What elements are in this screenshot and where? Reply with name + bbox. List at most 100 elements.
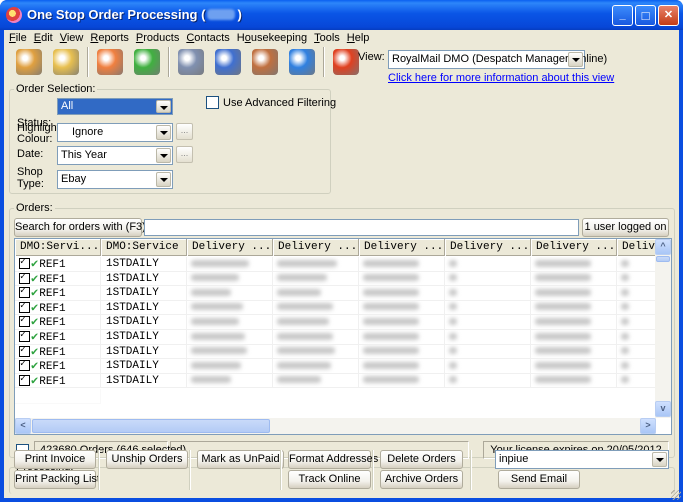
date-select[interactable]: This Year bbox=[57, 146, 173, 165]
vertical-scroll-thumb[interactable] bbox=[656, 256, 670, 262]
column-header[interactable]: Delivery ... bbox=[531, 239, 617, 256]
scroll-left-icon[interactable]: < bbox=[15, 418, 31, 434]
highlight-colour-select[interactable]: Ignore bbox=[57, 123, 173, 142]
column-header[interactable]: DMO:Servi... bbox=[15, 239, 101, 256]
blurred-value bbox=[535, 288, 591, 296]
chevron-down-icon[interactable] bbox=[156, 172, 171, 187]
shop-type-select[interactable]: Ebay bbox=[57, 170, 173, 189]
redacted-cell bbox=[187, 315, 273, 330]
format-addresses-button[interactable]: Format Addresses bbox=[288, 450, 378, 469]
toolbar-button-new-order[interactable] bbox=[12, 45, 46, 79]
upload-icon bbox=[134, 49, 160, 75]
row-checkbox[interactable] bbox=[19, 374, 30, 386]
column-header[interactable]: Delivery ... bbox=[273, 239, 359, 256]
archive-orders-button[interactable]: Archive Orders bbox=[380, 470, 463, 489]
row-checkbox[interactable] bbox=[19, 272, 30, 284]
advanced-filter-label: Use Advanced Filtering bbox=[223, 97, 337, 109]
scroll-right-icon[interactable]: > bbox=[640, 418, 656, 434]
delete-orders-label: Delete Orders bbox=[387, 453, 456, 465]
highlight-label-2: Colour: bbox=[17, 133, 53, 145]
blurred-value bbox=[535, 259, 591, 267]
chevron-down-icon[interactable] bbox=[156, 100, 171, 113]
toolbar-button-products[interactable] bbox=[285, 45, 319, 79]
toolbar-button-checklist[interactable] bbox=[211, 45, 245, 79]
redacted-cell bbox=[359, 286, 445, 301]
toolbar-button-settings-gears[interactable] bbox=[174, 45, 208, 79]
orders-grid: DMO:Servi... DMO:Service Delivery ... Deliv… bbox=[14, 238, 672, 435]
chevron-down-icon[interactable] bbox=[156, 148, 171, 163]
toolbar-button-open-folder[interactable] bbox=[49, 45, 83, 79]
highlight-colour-more-button[interactable]: ... bbox=[176, 123, 193, 140]
redacted-cell bbox=[531, 373, 617, 389]
row-checkbox[interactable] bbox=[19, 359, 30, 372]
view-select[interactable]: RoyalMail DMO (Despatch Manager Online) bbox=[388, 50, 607, 69]
close-button[interactable]: ✕ bbox=[658, 5, 679, 26]
mark-unpaid-button[interactable]: Mark as UnPaid bbox=[197, 450, 284, 469]
table-row[interactable]: ✔REF1 1STDAILY bbox=[15, 344, 671, 360]
service-text: 1STDAILY bbox=[106, 360, 159, 373]
horizontal-scroll-thumb[interactable] bbox=[32, 419, 270, 433]
delete-orders-button[interactable]: Delete Orders bbox=[380, 450, 463, 469]
table-row[interactable]: ✔REF1 1STDAILY bbox=[15, 257, 671, 272]
scroll-down-icon[interactable]: v bbox=[655, 401, 671, 417]
order-search-input[interactable] bbox=[144, 219, 579, 236]
row-checkbox[interactable] bbox=[19, 286, 30, 299]
toolbar-button-download[interactable] bbox=[93, 45, 127, 79]
chevron-down-icon[interactable] bbox=[156, 125, 171, 140]
horizontal-scrollbar[interactable]: < > bbox=[15, 418, 656, 434]
email-template-select[interactable]: inpiue bbox=[495, 450, 669, 469]
blurred-value bbox=[535, 303, 591, 311]
redacted-cell bbox=[359, 257, 445, 272]
maximize-button[interactable]: □ bbox=[635, 5, 656, 26]
blurred-value bbox=[191, 303, 243, 311]
column-header[interactable]: Delivery ... bbox=[187, 239, 273, 256]
title-bar[interactable]: One Stop Order Processing () _ □ ✕ bbox=[0, 0, 683, 30]
column-header[interactable]: Delivery ... bbox=[359, 239, 445, 256]
unship-orders-button[interactable]: Unship Orders bbox=[106, 450, 188, 469]
table-row[interactable]: ✔REF1 1STDAILY bbox=[15, 271, 671, 287]
table-row[interactable]: ✔REF1 1STDAILY bbox=[15, 330, 671, 345]
redacted-cell bbox=[187, 271, 273, 287]
row-checkbox[interactable] bbox=[19, 315, 30, 328]
blurred-value bbox=[363, 274, 419, 282]
row-checkbox[interactable] bbox=[19, 345, 30, 357]
track-online-button[interactable]: Track Online bbox=[288, 470, 371, 489]
status-select[interactable]: All bbox=[57, 98, 173, 115]
minimize-button[interactable]: _ bbox=[612, 5, 633, 26]
toolbar-button-contacts[interactable] bbox=[248, 45, 282, 79]
chevron-down-icon[interactable] bbox=[652, 452, 667, 467]
row-checkbox[interactable] bbox=[19, 301, 30, 313]
table-row[interactable]: ✔REF1 1STDAILY bbox=[15, 359, 671, 374]
blurred-value bbox=[191, 361, 241, 369]
table-row[interactable]: ✔REF1 1STDAILY bbox=[15, 315, 671, 330]
toolbar-button-upload[interactable] bbox=[130, 45, 164, 79]
redacted-cell bbox=[273, 315, 359, 330]
chevron-down-icon[interactable] bbox=[568, 52, 583, 67]
scroll-up-icon[interactable]: ^ bbox=[655, 239, 671, 255]
vertical-scrollbar[interactable]: ^ v bbox=[655, 239, 671, 418]
view-info-link[interactable]: Click here for more information about th… bbox=[388, 72, 614, 84]
search-orders-button[interactable]: Search for orders with (F3): bbox=[14, 218, 149, 237]
advanced-filter-checkbox[interactable] bbox=[206, 96, 219, 109]
table-row[interactable]: ✔REF1 1STDAILY bbox=[15, 300, 671, 316]
table-row[interactable]: ✔REF1 1STDAILY bbox=[15, 286, 671, 301]
redacted-cell bbox=[531, 271, 617, 287]
table-row[interactable]: ✔REF1 1STDAILY bbox=[15, 373, 671, 389]
users-logged-on-button[interactable]: 1 user logged on bbox=[582, 218, 669, 237]
mark-unpaid-label: Mark as UnPaid bbox=[201, 453, 280, 465]
print-packing-list-button[interactable]: Print Packing List bbox=[14, 470, 100, 489]
redacted-cell bbox=[445, 286, 531, 301]
blurred-value bbox=[191, 347, 247, 355]
resize-grip[interactable] bbox=[671, 490, 681, 500]
send-email-button[interactable]: Send Email bbox=[498, 470, 580, 489]
row-checkbox[interactable] bbox=[19, 257, 30, 269]
blurred-value bbox=[191, 288, 231, 296]
column-header[interactable]: Delivery ... bbox=[445, 239, 531, 256]
blurred-value bbox=[191, 259, 249, 267]
print-invoice-button[interactable]: Print Invoice bbox=[14, 450, 96, 469]
redacted-cell bbox=[273, 359, 359, 374]
date-more-button[interactable]: ... bbox=[176, 146, 193, 163]
new-order-icon bbox=[16, 49, 42, 75]
column-header[interactable]: DMO:Service bbox=[101, 239, 187, 256]
row-checkbox[interactable] bbox=[19, 330, 30, 342]
